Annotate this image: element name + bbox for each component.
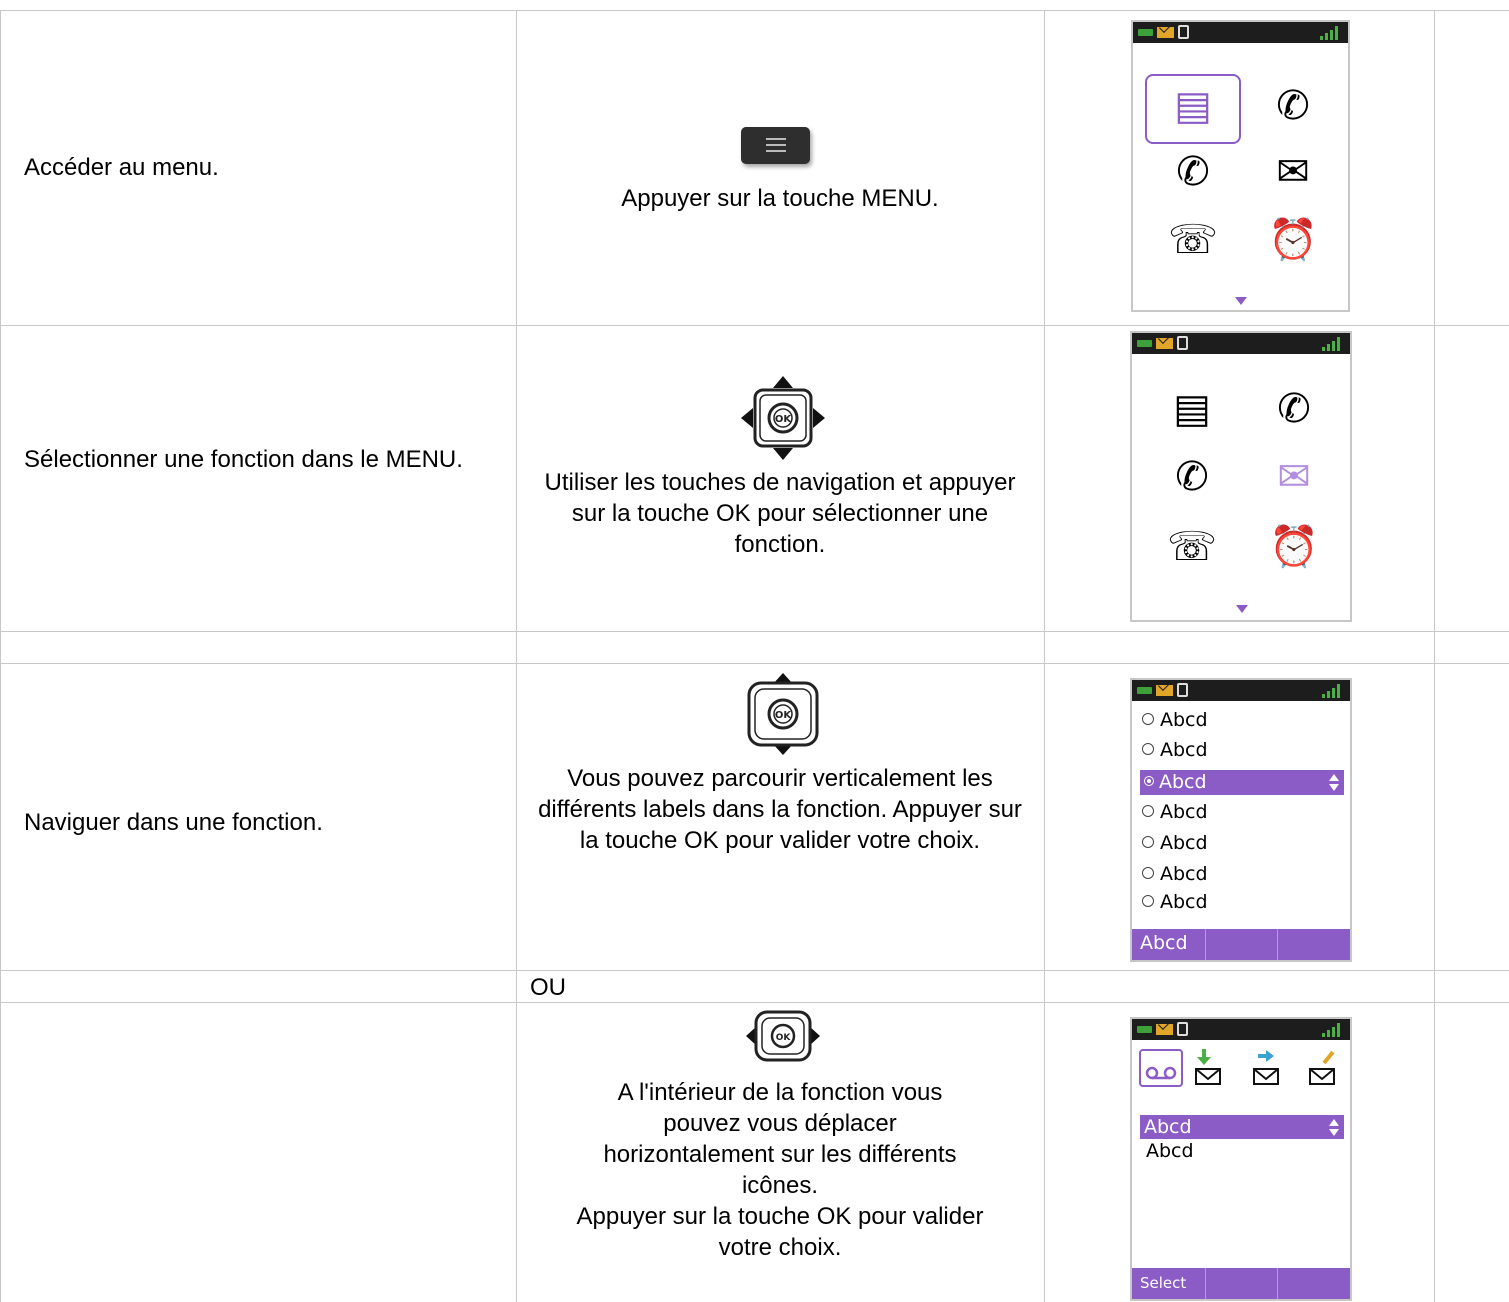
row3-action: Naviguer dans une fonction. [24, 809, 323, 836]
ok-label: OK [775, 414, 793, 425]
status-bar [1132, 1019, 1350, 1040]
signal-icon [1322, 1023, 1344, 1037]
vibrate-icon [1177, 683, 1188, 697]
outgoing-call-icon: ✆ [1175, 455, 1209, 499]
nav-pad-vertical-icon: OK [747, 673, 819, 755]
nav-pad-4way-icon: OK [741, 376, 825, 460]
vibrate-icon [1178, 25, 1189, 39]
softkey-left[interactable]: Select [1140, 1274, 1186, 1292]
vibrate-icon [1177, 336, 1188, 350]
inbox-icon[interactable] [1194, 1049, 1224, 1087]
handset-icon: ☏ [1167, 218, 1219, 262]
signal-icon [1322, 337, 1344, 351]
handset-icon: ☏ [1166, 525, 1218, 569]
row1-instruction: Appuyer sur la touche MENU. [621, 185, 939, 212]
radio-icon [1142, 895, 1154, 907]
status-bar [1133, 22, 1348, 43]
col-divider [1044, 10, 1045, 1302]
menu-screen: ▤ ✆ ✆ ✉ ☏ ⏰ [1131, 20, 1350, 312]
battery-icon [1138, 29, 1153, 36]
list-item-selected[interactable]: Abcd [1140, 770, 1344, 795]
outbox-icon[interactable] [1252, 1049, 1282, 1087]
radio-icon [1142, 805, 1154, 817]
menu-key-icon [741, 127, 810, 164]
ok-label: OK [776, 1033, 792, 1043]
radio-icon [1142, 743, 1154, 755]
battery-icon [1137, 340, 1152, 347]
voicemail-icon[interactable] [1139, 1049, 1183, 1087]
battery-icon [1137, 687, 1152, 694]
alarm-clock-icon: ⏰ [1268, 218, 1318, 262]
vibrate-icon [1177, 1022, 1188, 1036]
compose-icon[interactable] [1308, 1049, 1338, 1087]
list-item[interactable]: Abcd [1146, 1140, 1194, 1162]
menu-screen-selection: ▤ ✆ ✆ ✉ ☏ ⏰ [1130, 331, 1352, 622]
col-divider [1434, 10, 1435, 1302]
row-divider [0, 1002, 1509, 1003]
battery-icon [1137, 1026, 1152, 1033]
tab-screen: Abcd Abcd Select [1130, 1017, 1352, 1301]
message-icon: ✉ [1276, 150, 1310, 194]
list-item[interactable]: Abcd [1142, 863, 1208, 885]
contacts-icon: ▤ [1174, 84, 1212, 128]
row-divider [0, 325, 1509, 326]
row2-instruction: Utiliser les touches de navigation et ap… [544, 469, 1016, 558]
row-divider [0, 970, 1509, 971]
message-notification-icon [1156, 338, 1173, 349]
alarm-clock-icon: ⏰ [1269, 525, 1319, 569]
softkey-bar: Abcd [1132, 929, 1350, 960]
row-divider [0, 10, 1509, 11]
radio-icon [1142, 713, 1154, 725]
message-notification-icon [1157, 27, 1174, 38]
radio-icon [1142, 867, 1154, 879]
message-icon: ✉ [1277, 455, 1311, 499]
message-notification-icon [1156, 1024, 1173, 1035]
list-item[interactable]: Abcd [1142, 709, 1208, 731]
up-down-arrows-icon [1329, 774, 1339, 791]
contacts-icon: ▤ [1173, 387, 1211, 431]
incoming-call-icon: ✆ [1276, 84, 1310, 128]
message-notification-icon [1156, 685, 1173, 696]
row2-action: Sélectionner une fonction dans le MENU. [24, 446, 463, 473]
ok-label: OK [775, 710, 793, 721]
nav-pad-horizontal-icon: OK [746, 1010, 820, 1062]
row-divider [0, 663, 1509, 664]
list-item-selected[interactable]: Abcd [1140, 1115, 1344, 1139]
col-divider [0, 10, 1, 1302]
scroll-down-icon [1236, 605, 1248, 613]
status-bar [1132, 680, 1350, 701]
list-item[interactable]: Abcd [1142, 891, 1208, 913]
radio-icon [1142, 836, 1154, 848]
list-screen: Abcd Abcd Abcd Abcd Abcd Abcd Abcd Abcd [1130, 678, 1352, 962]
up-down-arrows-icon [1329, 1119, 1339, 1136]
row5-instruction: A l'intérieur de la fonction vous pouvez… [576, 1079, 984, 1261]
col-divider [516, 10, 517, 1302]
softkey-bar: Select [1132, 1268, 1350, 1299]
signal-icon [1320, 26, 1342, 40]
softkey-left[interactable]: Abcd [1140, 932, 1188, 954]
row1-action: Accéder au menu. [24, 154, 219, 181]
outgoing-call-icon: ✆ [1176, 150, 1210, 194]
row3-instruction: Vous pouvez parcourir verticalement les … [538, 765, 1022, 854]
list-item[interactable]: Abcd [1142, 739, 1208, 761]
signal-icon [1322, 684, 1344, 698]
row-divider [0, 631, 1509, 632]
list-item[interactable]: Abcd [1142, 832, 1208, 854]
status-bar [1132, 333, 1350, 354]
incoming-call-icon: ✆ [1277, 387, 1311, 431]
scroll-down-icon [1235, 297, 1247, 305]
separator-label: OU [530, 974, 566, 1001]
list-item[interactable]: Abcd [1142, 801, 1208, 823]
radio-selected-icon [1144, 776, 1154, 786]
